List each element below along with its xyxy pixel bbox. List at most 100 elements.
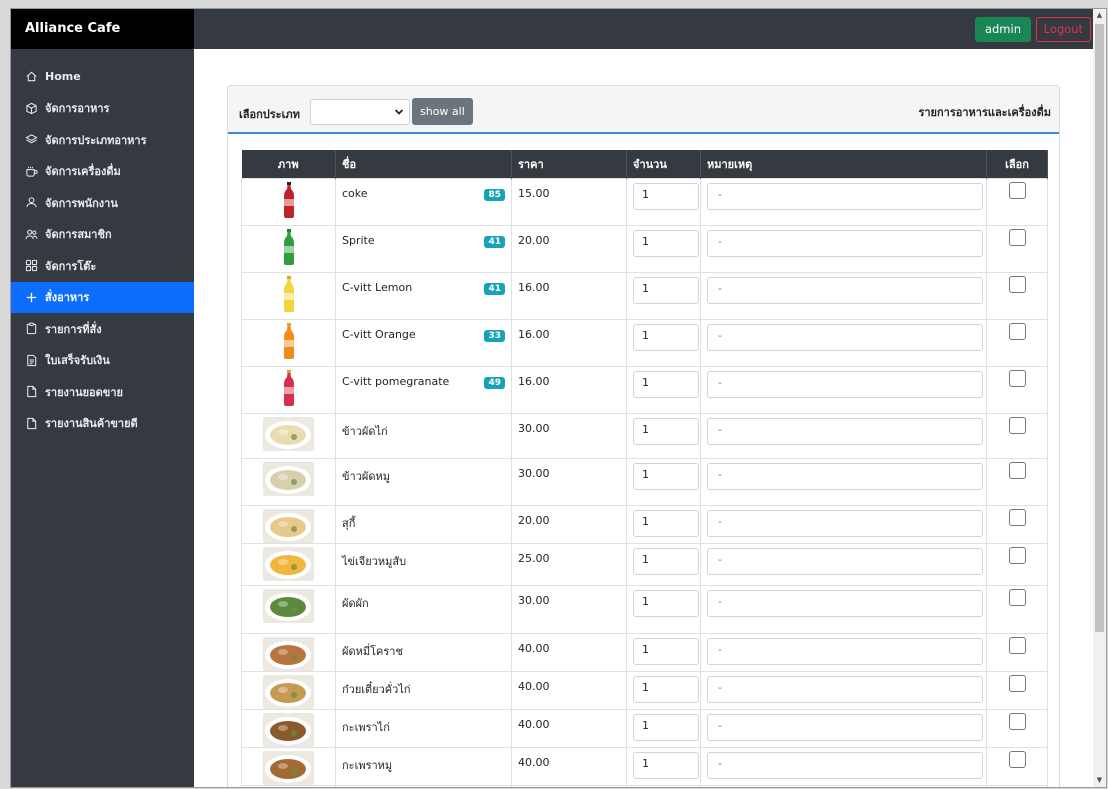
- note-input[interactable]: -: [707, 277, 983, 304]
- sidebar-item-6[interactable]: จัดการสมาชิก: [11, 219, 194, 251]
- header-price: ราคา: [511, 150, 627, 179]
- quantity-input[interactable]: 1: [633, 590, 699, 617]
- quantity-input[interactable]: 1: [633, 510, 699, 537]
- select-checkbox[interactable]: [1008, 229, 1026, 246]
- price-cell: 40.00: [511, 709, 627, 748]
- note-input[interactable]: -: [707, 510, 983, 537]
- product-name-cell: สุกี้: [335, 505, 512, 544]
- product-name: ผัดหมี่โคราช: [342, 645, 403, 658]
- select-checkbox[interactable]: [1008, 370, 1026, 387]
- product-image-cell: [241, 785, 336, 787]
- select-cell: [986, 709, 1048, 748]
- show-all-button[interactable]: show all: [412, 98, 473, 125]
- sidebar-item-label: สั่งอาหาร: [45, 291, 90, 305]
- sidebar-item-label: จัดการโต๊ะ: [45, 259, 97, 273]
- product-price: 40.00: [518, 680, 550, 693]
- admin-button[interactable]: admin: [974, 17, 1031, 42]
- quantity-input[interactable]: 1: [633, 676, 699, 703]
- note-input[interactable]: -: [707, 463, 983, 490]
- select-checkbox[interactable]: [1008, 182, 1026, 199]
- select-cell: [986, 671, 1048, 710]
- page-scrollbar[interactable]: ▲ ▼: [1093, 9, 1106, 787]
- note-input[interactable]: -: [707, 676, 983, 703]
- quantity-input[interactable]: 1: [633, 324, 699, 351]
- select-checkbox[interactable]: [1008, 417, 1026, 434]
- quantity-input[interactable]: 1: [633, 714, 699, 741]
- select-checkbox[interactable]: [1008, 637, 1026, 654]
- box-icon: [25, 102, 38, 115]
- scroll-thumb[interactable]: [1095, 24, 1104, 632]
- table-row: C-vitt Lemon 41 16.00 1-: [241, 272, 1048, 320]
- select-checkbox[interactable]: [1008, 547, 1026, 564]
- product-name: ข้าวผัดหมู: [342, 470, 390, 483]
- note-input[interactable]: -: [707, 590, 983, 617]
- scroll-up-arrow-icon[interactable]: ▲: [1093, 9, 1106, 22]
- quantity-cell: 1: [626, 747, 701, 786]
- select-checkbox[interactable]: [1008, 713, 1026, 730]
- product-name-cell: Sprite 41: [335, 225, 512, 273]
- quantity-input[interactable]: 1: [633, 463, 699, 490]
- sidebar-item-4[interactable]: จัดการเครื่องดื่ม: [11, 156, 194, 188]
- quantity-cell: 1: [626, 633, 701, 672]
- product-name: coke: [342, 187, 368, 200]
- sidebar-item-label: รายงานยอดขาย: [45, 385, 123, 399]
- note-input[interactable]: -: [707, 714, 983, 741]
- quantity-cell: 1: [626, 366, 701, 414]
- file-icon: [25, 417, 38, 430]
- note-input[interactable]: -: [707, 183, 983, 210]
- note-input[interactable]: -: [707, 230, 983, 257]
- product-image-cell: [241, 366, 336, 414]
- sidebar-item-5[interactable]: จัดการพนักงาน: [11, 187, 194, 219]
- product-name-cell: ไข่เจียวหมูสับ: [335, 543, 512, 586]
- sidebar-item-1[interactable]: Home: [11, 61, 194, 93]
- quantity-input[interactable]: 1: [633, 418, 699, 445]
- note-input[interactable]: -: [707, 371, 983, 398]
- product-name: C-vitt Orange: [342, 328, 416, 341]
- food-photo: [263, 589, 314, 623]
- quantity-cell: [626, 785, 701, 787]
- people-icon: [25, 228, 38, 241]
- sidebar-item-label: รายการที่สั่ง: [45, 322, 102, 336]
- product-image-cell: [241, 178, 336, 226]
- sidebar-item-label: จัดการพนักงาน: [45, 196, 118, 210]
- sidebar-item-9[interactable]: รายการที่สั่ง: [11, 313, 194, 345]
- note-input[interactable]: -: [707, 638, 983, 665]
- category-select[interactable]: [310, 99, 410, 125]
- select-cell: [986, 785, 1048, 787]
- note-input[interactable]: -: [707, 324, 983, 351]
- quantity-input[interactable]: 1: [633, 230, 699, 257]
- select-checkbox[interactable]: [1008, 323, 1026, 340]
- quantity-input[interactable]: 1: [633, 548, 699, 575]
- product-image-cell: [241, 413, 336, 459]
- category-filter-label: เลือกประเภท: [239, 108, 300, 121]
- product-name: กะเพราหมู: [342, 759, 393, 772]
- sidebar-item-12[interactable]: รายงานสินค้าขายดี: [11, 408, 194, 440]
- quantity-cell: 1: [626, 272, 701, 320]
- sidebar-item-8[interactable]: สั่งอาหาร: [11, 281, 194, 313]
- price-cell: 16.00: [511, 319, 627, 367]
- sidebar-item-7[interactable]: จัดการโต๊ะ: [11, 250, 194, 282]
- select-checkbox[interactable]: [1008, 509, 1026, 526]
- select-checkbox[interactable]: [1008, 589, 1026, 606]
- sidebar-item-3[interactable]: จัดการประเภทอาหาร: [11, 124, 194, 156]
- select-checkbox[interactable]: [1008, 276, 1026, 293]
- logout-button[interactable]: Logout: [1035, 17, 1091, 42]
- quantity-input[interactable]: 1: [633, 277, 699, 304]
- select-checkbox[interactable]: [1008, 462, 1026, 479]
- note-input[interactable]: -: [707, 752, 983, 779]
- sidebar-item-11[interactable]: รายงานยอดขาย: [11, 376, 194, 408]
- product-image-cell: [241, 319, 336, 367]
- note-input[interactable]: -: [707, 418, 983, 445]
- quantity-input[interactable]: 1: [633, 371, 699, 398]
- bottle-image: [283, 182, 294, 218]
- note-input[interactable]: -: [707, 548, 983, 575]
- select-checkbox[interactable]: [1008, 675, 1026, 692]
- quantity-input[interactable]: 1: [633, 183, 699, 210]
- quantity-input[interactable]: 1: [633, 638, 699, 665]
- scroll-down-arrow-icon[interactable]: ▼: [1093, 774, 1106, 787]
- select-checkbox[interactable]: [1008, 751, 1026, 768]
- sidebar-item-2[interactable]: จัดการอาหาร: [11, 93, 194, 125]
- price-cell: 40.00: [511, 671, 627, 710]
- sidebar-item-10[interactable]: ใบเสร็จรับเงิน: [11, 345, 194, 377]
- quantity-input[interactable]: 1: [633, 752, 699, 779]
